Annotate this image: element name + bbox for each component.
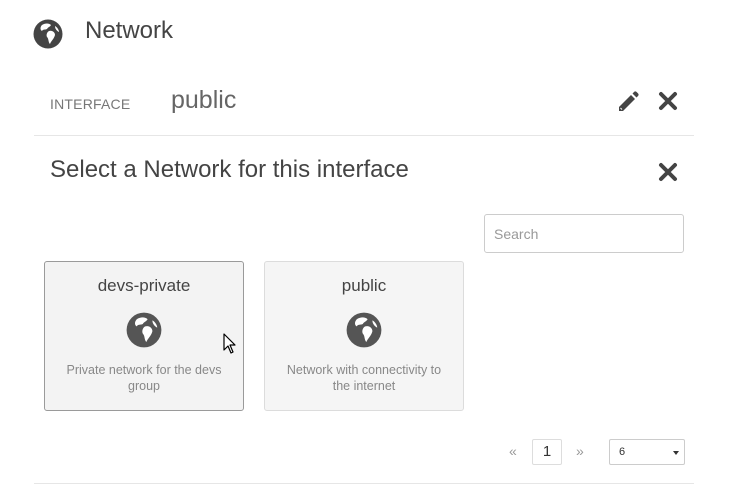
network-card-public[interactable]: public Network with connectivity to the … [264,261,464,411]
pencil-icon[interactable] [616,90,640,114]
network-name: devs-private [97,276,191,295]
divider [34,135,694,136]
network-description: Private network for the devs group [66,363,222,393]
network-card-devs-private[interactable]: devs-private Private network for the dev… [44,261,244,411]
page-size-select[interactable]: 6 [609,439,685,465]
globe-icon [33,19,63,49]
network-name: public [341,276,387,295]
pagination-prev[interactable]: « [509,443,517,459]
caret-down-icon [673,451,679,455]
network-description: Network with connectivity to the interne… [286,363,442,393]
divider [34,483,694,484]
pagination-current-page[interactable]: 1 [532,439,562,465]
close-icon[interactable] [658,162,678,182]
globe-icon [346,312,382,348]
interface-value: public [171,86,237,114]
close-icon[interactable] [658,91,678,111]
page-size-value: 6 [619,446,626,458]
section-title: Select a Network for this interface [50,156,409,183]
page-title: Network [85,17,174,44]
search-input[interactable] [484,214,684,253]
interface-label: INTERFACE [50,96,131,112]
mouse-cursor-icon [223,333,237,355]
globe-icon [126,312,162,348]
pagination-next[interactable]: » [576,443,584,459]
